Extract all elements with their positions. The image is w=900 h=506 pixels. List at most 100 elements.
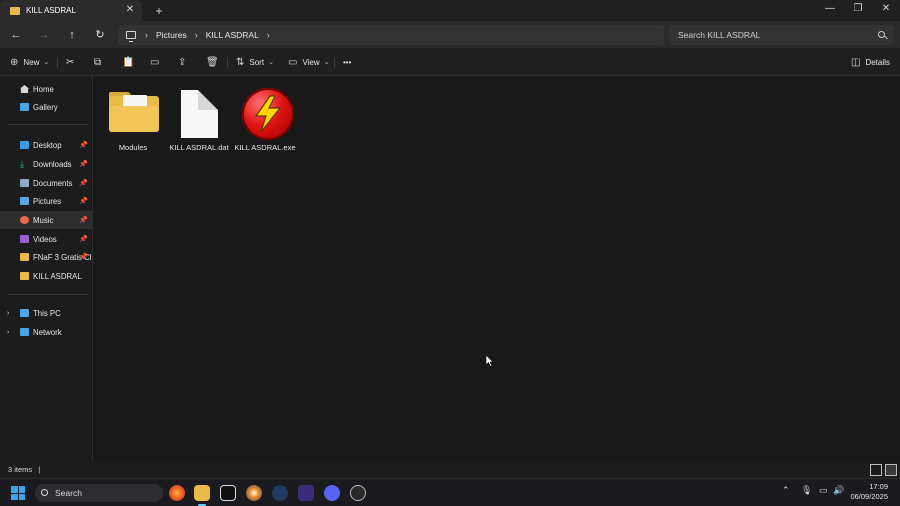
sidebar-item-this-pc[interactable]: › This PC xyxy=(0,304,92,322)
up-button[interactable]: ↑ xyxy=(63,26,81,44)
breadcrumb-pictures[interactable]: Pictures xyxy=(156,30,187,40)
tab-kill-asdral[interactable]: KILL ASDRAL ✕ xyxy=(0,0,142,21)
tab-close-button[interactable]: ✕ xyxy=(124,4,136,16)
sidebar-item-home[interactable]: Home xyxy=(0,80,92,98)
sidebar-item-music[interactable]: Music 📌 xyxy=(0,211,92,229)
new-tab-button[interactable]: + xyxy=(150,2,168,20)
chevron-down-icon: ⌄ xyxy=(268,59,274,66)
file-name: KILL ASDRAL.exe xyxy=(234,143,296,152)
firefox-icon[interactable] xyxy=(169,485,185,501)
back-button[interactable]: ← xyxy=(7,26,25,44)
clock[interactable]: 17:09 06/09/2025 xyxy=(850,482,888,502)
large-icons-view-button[interactable] xyxy=(885,464,897,476)
sidebar-item-network[interactable]: › Network xyxy=(0,323,92,341)
minimize-button[interactable]: — xyxy=(816,0,844,18)
file-icon xyxy=(181,90,218,138)
copy-button[interactable]: ⧉ xyxy=(94,55,106,69)
game-app-icon[interactable] xyxy=(298,485,314,501)
chevron-down-icon: ⌄ xyxy=(323,59,330,66)
cut-button[interactable]: ✂ xyxy=(66,55,79,69)
network-status-icon[interactable]: ▭ xyxy=(819,485,828,496)
refresh-button[interactable]: ↻ xyxy=(91,26,109,44)
sidebar-item-documents[interactable]: Documents 📌 xyxy=(0,174,92,192)
new-button[interactable]: ⊕ New ⌄ xyxy=(10,55,49,69)
share-button[interactable]: ⇪ xyxy=(178,55,191,69)
taskbar-search[interactable]: Search xyxy=(35,484,163,502)
microphone-icon[interactable]: 🎙 xyxy=(801,485,812,496)
steam-icon[interactable] xyxy=(272,485,288,501)
this-pc-icon xyxy=(126,31,136,42)
close-window-button[interactable]: ✕ xyxy=(872,0,900,18)
discord-icon[interactable] xyxy=(324,485,340,501)
address-bar[interactable]: › Pictures › KILL ASDRAL › xyxy=(118,25,664,45)
clock-app-icon[interactable] xyxy=(350,485,366,501)
rename-button[interactable]: ▭ xyxy=(150,55,164,69)
sidebar-item-label: Downloads xyxy=(33,159,72,169)
address-row: ← → ↑ ↻ › Pictures › KILL ASDRAL › Searc… xyxy=(0,21,900,48)
file-explorer-icon[interactable] xyxy=(194,485,210,506)
file-item-exe[interactable]: KILL ASDRAL.exe xyxy=(232,82,298,152)
view-label: View xyxy=(302,57,320,67)
delete-button[interactable]: 🗑 xyxy=(206,55,224,69)
mouse-cursor-icon xyxy=(486,355,494,367)
sidebar-item-desktop[interactable]: Desktop 📌 xyxy=(0,136,92,154)
volume-icon[interactable]: 🔊 xyxy=(833,485,844,496)
forward-button[interactable]: → xyxy=(35,26,53,44)
details-pane-icon: ◫ xyxy=(851,56,861,68)
paste-button[interactable]: 📋 xyxy=(122,55,139,69)
view-button[interactable]: ▭ View ⌄ xyxy=(288,55,330,69)
chevron-down-icon: ⌄ xyxy=(43,59,50,66)
folder-icon xyxy=(20,272,29,280)
blender-icon[interactable] xyxy=(246,485,262,501)
details-view-button[interactable] xyxy=(870,464,882,476)
window-controls: — ❐ ✕ xyxy=(816,0,900,18)
search-icon xyxy=(41,489,48,496)
paste-icon: 📋 xyxy=(122,56,135,68)
sidebar-item-label: KILL ASDRAL xyxy=(33,271,82,281)
item-count: 3 items | xyxy=(8,465,41,474)
more-options-button[interactable]: ••• xyxy=(343,55,351,69)
plus-icon: ⊕ xyxy=(10,56,19,68)
file-item-modules[interactable]: Modules xyxy=(100,82,166,152)
chevron-right-icon[interactable]: › xyxy=(7,329,9,336)
music-icon xyxy=(20,216,29,224)
folder-icon xyxy=(109,92,159,132)
breadcrumb-kill-asdral[interactable]: KILL ASDRAL xyxy=(206,30,259,40)
folder-icon xyxy=(20,253,29,261)
home-icon xyxy=(20,85,29,93)
roblox-icon[interactable] xyxy=(220,485,236,501)
tab-title: KILL ASDRAL xyxy=(26,6,76,15)
file-item-dat[interactable]: KILL ASDRAL.dat xyxy=(166,82,232,152)
sidebar-item-downloads[interactable]: ⤓ Downloads 📌 xyxy=(0,155,92,173)
sidebar-item-label: Documents xyxy=(33,178,73,188)
pin-icon[interactable]: 📌 xyxy=(79,141,88,149)
start-button[interactable] xyxy=(11,486,25,500)
sidebar-item-kill-asdral[interactable]: KILL ASDRAL xyxy=(0,267,92,285)
downloads-icon: ⤓ xyxy=(20,159,24,169)
sort-label: Sort xyxy=(249,57,265,67)
pin-icon[interactable]: 📌 xyxy=(79,216,88,224)
file-name: Modules xyxy=(118,143,148,152)
sidebar-item-label: Videos xyxy=(33,234,57,244)
tray-overflow-icon[interactable]: ⌃ xyxy=(782,485,790,496)
maximize-button[interactable]: ❐ xyxy=(844,0,872,18)
chevron-right-icon[interactable]: › xyxy=(267,30,270,40)
sidebar-item-gallery[interactable]: Gallery xyxy=(0,98,92,116)
search-input[interactable]: Search KILL ASDRAL xyxy=(669,25,893,45)
pin-icon[interactable]: 📌 xyxy=(79,235,88,243)
pin-icon[interactable]: 📌 xyxy=(79,160,88,168)
sort-button[interactable]: ⇅ Sort ⌄ xyxy=(236,55,274,69)
pin-icon[interactable]: 📌 xyxy=(79,253,88,261)
sidebar-item-fnaf3[interactable]: FNaF 3 Gratis Cl 📌 xyxy=(0,248,92,266)
clock-time: 17:09 xyxy=(869,482,888,491)
navigation-pane: Home Gallery Desktop 📌 ⤓ Downloads 📌 Doc… xyxy=(0,76,93,462)
pin-icon[interactable]: 📌 xyxy=(79,179,88,187)
search-placeholder: Search KILL ASDRAL xyxy=(678,30,761,40)
sidebar-item-videos[interactable]: Videos 📌 xyxy=(0,230,92,248)
pin-icon[interactable]: 📌 xyxy=(79,197,88,205)
exe-lightning-icon xyxy=(242,88,294,140)
sidebar-item-pictures[interactable]: Pictures 📌 xyxy=(0,192,92,210)
chevron-right-icon[interactable]: › xyxy=(7,310,9,317)
sidebar-item-label: Gallery xyxy=(33,102,58,112)
details-button[interactable]: ◫ Details xyxy=(851,55,890,69)
